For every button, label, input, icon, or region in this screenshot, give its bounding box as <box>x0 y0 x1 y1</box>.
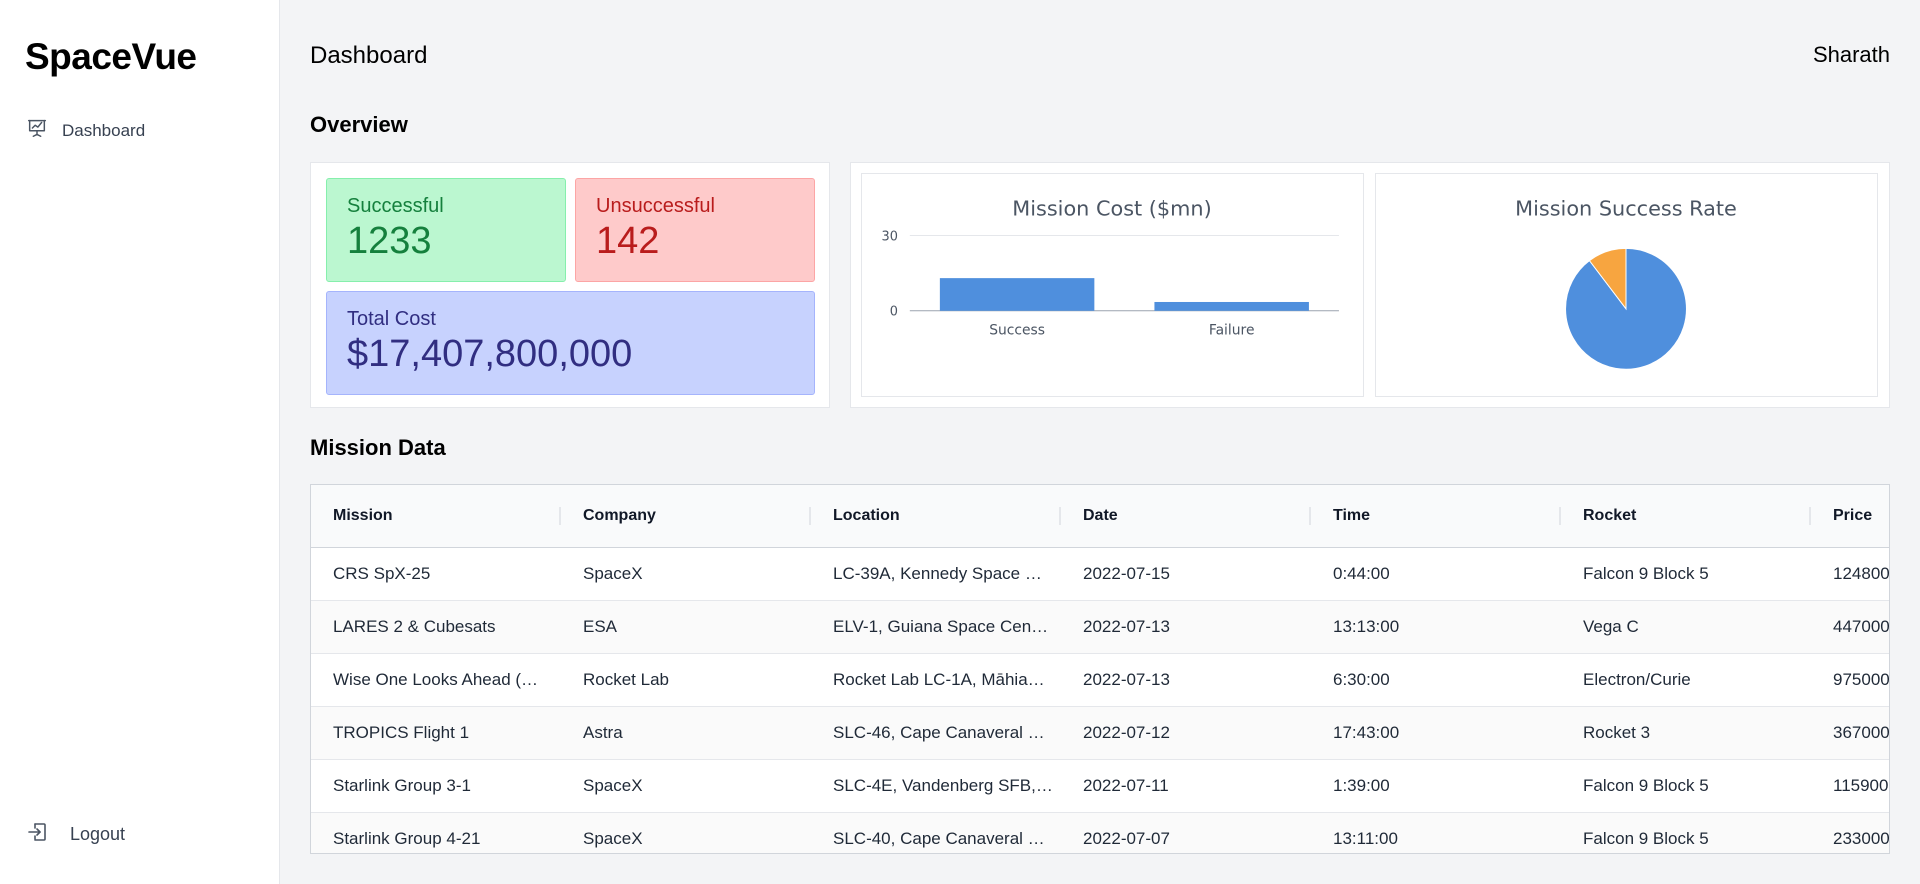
table-row[interactable]: Starlink Group 4-21 SpaceX SLC-40, Cape Ca… <box>311 812 1890 853</box>
table-cell: ELV-1, Guiana Space Cen… <box>833 616 1049 636</box>
table-cell: 2022-07-13 <box>1083 616 1170 636</box>
table-cell: 6:30:00 <box>1333 669 1390 689</box>
mission-success-rate-chart: Mission Success Rate <box>1375 173 1878 397</box>
stats-panel: Successful 1233 Unsuccessful 142 Total C… <box>310 162 830 408</box>
table-cell: Rocket Lab <box>583 669 669 689</box>
x-tick-label: Success <box>989 323 1045 339</box>
table-cell: 115900 <box>1833 775 1889 795</box>
sidebar: SpaceVue Dashboard Logout <box>0 0 280 884</box>
presentation-chart-icon <box>26 117 48 144</box>
mission-data-title: Mission Data <box>310 435 446 460</box>
unsuccessful-label: Unsuccessful <box>596 195 715 217</box>
table-cell: Rocket 3 <box>1583 722 1651 742</box>
table-row[interactable]: CRS SpX-25 SpaceX LC-39A, Kennedy Space … 2… <box>311 547 1890 600</box>
table-cell: TROPICS Flight 1 <box>333 722 470 742</box>
table-cell: 2022-07-13 <box>1083 669 1170 689</box>
table-cell: Starlink Group 3-1 <box>333 775 471 795</box>
mission-cost-bar-chart: Mission Cost ($mn) 0 30 Success Failure <box>882 197 1339 339</box>
successful-value: 1233 <box>347 220 432 262</box>
table-cell: SLC-4E, Vandenberg SFB,… <box>833 775 1053 795</box>
column-header[interactable]: Time <box>1311 485 1561 547</box>
table-cell: Electron/Curie <box>1583 669 1691 689</box>
sidebar-item-dashboard[interactable]: Dashboard <box>26 117 145 144</box>
table-row[interactable]: Wise One Looks Ahead (… Rocket Lab Rocket … <box>311 653 1890 706</box>
table-cell: 233000 <box>1833 828 1890 848</box>
table-cell: CRS SpX-25 <box>333 563 431 583</box>
table-cell: SLC-46, Cape Canaveral … <box>833 722 1045 742</box>
column-header[interactable]: Location <box>811 485 1061 547</box>
mission-cost-chart: Mission Cost ($mn) 0 30 Success Failure <box>861 173 1364 397</box>
y-tick-label: 30 <box>882 229 898 244</box>
table-row[interactable]: TROPICS Flight 1 Astra SLC-46, Cape Canave… <box>311 706 1890 759</box>
table-cell: Astra <box>583 722 623 742</box>
unsuccessful-card: Unsuccessful 142 <box>575 178 815 282</box>
total-cost-card: Total Cost $17,407,800,000 <box>326 291 815 395</box>
table-cell: LARES 2 & Cubesats <box>333 616 496 636</box>
successful-label: Successful <box>347 195 444 217</box>
mission-success-pie-chart: Mission Success Rate <box>1515 197 1737 370</box>
table-cell: ESA <box>583 616 618 636</box>
table-cell: 367000 <box>1833 722 1890 742</box>
total-cost-label: Total Cost <box>347 308 436 330</box>
table-cell: SLC-40, Cape Canaveral … <box>833 828 1045 848</box>
table-cell: Falcon 9 Block 5 <box>1583 775 1709 795</box>
table-cell: 13:13:00 <box>1333 616 1400 636</box>
table-cell: LC-39A, Kennedy Space … <box>833 563 1042 583</box>
table-cell: 13:11:00 <box>1333 828 1398 848</box>
table-cell: SpaceX <box>583 828 643 848</box>
table-cell: 2022-07-11 <box>1083 775 1169 795</box>
table-cell: 2022-07-07 <box>1083 828 1170 848</box>
brand-logo: SpaceVue <box>25 36 197 77</box>
column-header[interactable]: Mission <box>311 485 561 547</box>
table-cell: 0:44:00 <box>1333 563 1390 583</box>
table-cell: 17:43:00 <box>1333 722 1400 742</box>
table-cell: 447000 <box>1833 616 1890 636</box>
column-header[interactable]: Company <box>561 485 811 547</box>
column-header[interactable]: Price <box>1811 485 1889 547</box>
table-row[interactable]: LARES 2 & Cubesats ESA ELV-1, Guiana Space… <box>311 600 1890 653</box>
logout-button[interactable]: Logout <box>26 820 125 849</box>
sidebar-item-label: Dashboard <box>62 120 146 140</box>
table-header-row: Mission Company Location Date Time Rocke… <box>311 485 1889 547</box>
table-cell: Falcon 9 Block 5 <box>1583 563 1709 583</box>
chart-title: Mission Cost ($mn) <box>1012 197 1211 221</box>
x-tick-label: Failure <box>1209 323 1255 339</box>
table-cell: Wise One Looks Ahead (… <box>333 669 539 689</box>
column-header[interactable]: Date <box>1061 485 1311 547</box>
table-cell: 124800 <box>1833 563 1890 583</box>
logout-icon <box>26 820 50 849</box>
table-cell: SpaceX <box>583 775 643 795</box>
table-cell: 2022-07-12 <box>1083 722 1170 742</box>
total-cost-value: $17,407,800,000 <box>347 333 633 375</box>
overview-title: Overview <box>310 112 408 137</box>
main-content: Dashboard Sharath Overview Successful 12… <box>280 0 1920 884</box>
chart-title: Mission Success Rate <box>1515 197 1737 221</box>
column-header[interactable]: Rocket <box>1561 485 1811 547</box>
page-title: Dashboard <box>310 42 428 69</box>
user-name[interactable]: Sharath <box>1813 42 1890 68</box>
bar-failure[interactable] <box>1154 301 1309 311</box>
table-row[interactable]: Starlink Group 3-1 SpaceX SLC-4E, Vandenbe… <box>311 759 1889 812</box>
y-tick-label: 0 <box>890 305 898 320</box>
table-cell: Vega C <box>1583 616 1639 636</box>
table-cell: Falcon 9 Block 5 <box>1583 828 1709 848</box>
logout-label: Logout <box>70 824 126 844</box>
table-cell: 2022-07-15 <box>1083 563 1170 583</box>
table-cell: Rocket Lab LC-1A, Māhia… <box>833 669 1045 689</box>
table-cell: 1:39:00 <box>1333 775 1390 795</box>
bar-success[interactable] <box>939 278 1095 311</box>
table-cell: 975000 <box>1833 669 1890 689</box>
unsuccessful-value: 142 <box>596 220 660 262</box>
successful-card: Successful 1233 <box>326 178 566 282</box>
table-cell: Starlink Group 4-21 <box>333 828 481 848</box>
table-cell: SpaceX <box>583 563 643 583</box>
mission-data-table: Mission Company Location Date Time Rocke… <box>310 484 1890 854</box>
charts-panel: Mission Cost ($mn) 0 30 Success Failure Mis… <box>850 162 1890 408</box>
